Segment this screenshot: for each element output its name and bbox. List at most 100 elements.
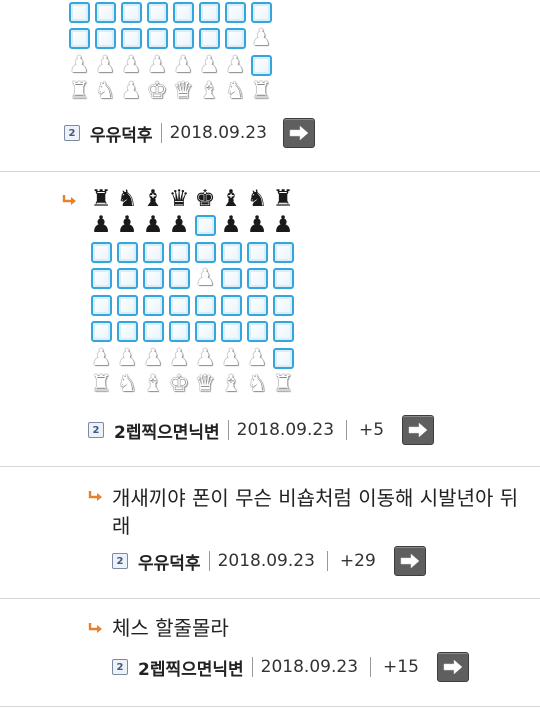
comment-date: 2018.09.23 <box>217 551 315 571</box>
view-button[interactable] <box>282 118 315 148</box>
comment-date: 2018.09.23 <box>236 420 335 440</box>
author-nickname[interactable]: 우유덕후 <box>90 121 153 146</box>
level-badge-icon: 2 <box>112 659 128 675</box>
white-rook-icon: ♜ <box>250 78 272 105</box>
separator <box>0 598 540 599</box>
author-nickname[interactable]: 우유덕후 <box>138 549 201 574</box>
empty-square-icon <box>66 26 92 52</box>
divider <box>346 420 348 440</box>
empty-square-icon <box>270 345 296 371</box>
white-pawn-icon: ♟ <box>194 265 216 292</box>
empty-square-icon <box>166 319 192 345</box>
empty-square-icon <box>166 266 192 292</box>
comment-text-line: 개새끼야 폰이 무슨 비숍처럼 이동해 시발년아 뒤 <box>112 486 519 510</box>
white-queen-icon: ♛ <box>172 78 194 105</box>
empty-square-icon <box>144 26 170 52</box>
empty-square-icon <box>114 319 140 345</box>
divider <box>370 657 372 677</box>
board-row: ♜ ♞ ♝ ♚ ♛ ♝ ♞ ♜ <box>88 372 296 399</box>
divider <box>227 420 229 440</box>
right-arrow-icon <box>400 553 420 569</box>
board-row: ♟ ♟ ♟ ♟ ♟ ♟ ♟ <box>66 52 274 79</box>
white-pawn-icon: ♟ <box>68 51 90 78</box>
empty-square-icon <box>218 239 244 265</box>
board-row: ♟ <box>88 266 296 293</box>
black-queen-icon: ♛ <box>168 185 190 212</box>
level-badge-icon: 2 <box>112 553 128 569</box>
empty-square-icon <box>66 0 92 25</box>
white-pawn-icon: ♟ <box>198 51 220 78</box>
comment-meta: 2 2렙찍으면닉변 2018.09.23 +15 <box>112 652 469 682</box>
white-knight-icon: ♞ <box>224 78 246 105</box>
black-pawn-icon: ♟ <box>220 212 242 239</box>
white-bishop-icon: ♝ <box>198 78 220 105</box>
empty-square-icon <box>270 319 296 345</box>
white-bishop-icon: ♝ <box>220 371 242 398</box>
white-knight-icon: ♞ <box>116 371 138 398</box>
black-rook-icon: ♜ <box>90 185 112 212</box>
black-knight-icon: ♞ <box>116 185 138 212</box>
board-row: ♟ ♟ ♟ ♟ ♟ ♟ ♟ <box>88 345 296 372</box>
empty-square-icon <box>88 319 114 345</box>
empty-square-icon <box>192 319 218 345</box>
empty-square-icon <box>218 292 244 318</box>
vote-score: +5 <box>359 420 385 440</box>
black-bishop-icon: ♝ <box>142 185 164 212</box>
comment-text-line: 체스 할줄몰라 <box>112 616 229 640</box>
comment-text: 개새끼야 폰이 무슨 비숍처럼 이동해 시발년아 뒤 래 <box>112 484 540 540</box>
view-button[interactable] <box>436 652 469 682</box>
empty-square-icon <box>88 266 114 292</box>
black-pawn-icon: ♟ <box>272 212 294 239</box>
reply-arrow-icon <box>88 623 102 633</box>
vote-score: +29 <box>339 551 376 571</box>
author-nickname[interactable]: 2렙찍으면닉변 <box>138 655 244 680</box>
separator <box>0 706 540 707</box>
board-row <box>88 239 296 266</box>
empty-square-icon <box>140 319 166 345</box>
white-knight-icon: ♞ <box>246 371 268 398</box>
comment-text: 체스 할줄몰라 <box>112 614 229 642</box>
empty-square-icon <box>248 52 274 78</box>
view-button[interactable] <box>402 415 435 445</box>
white-pawn-icon: ♟ <box>250 25 272 52</box>
level-badge-icon: 2 <box>88 422 104 438</box>
view-button[interactable] <box>393 546 426 576</box>
empty-square-icon <box>166 292 192 318</box>
empty-square-icon <box>218 266 244 292</box>
reply-arrow-icon <box>88 491 102 501</box>
white-king-icon: ♚ <box>168 371 190 398</box>
empty-square-icon <box>192 213 218 239</box>
white-pawn-icon: ♟ <box>172 51 194 78</box>
empty-square-icon <box>192 292 218 318</box>
comment-text-line: 래 <box>112 514 131 538</box>
empty-square-icon <box>88 292 114 318</box>
empty-square-icon <box>270 266 296 292</box>
empty-square-icon <box>88 239 114 265</box>
empty-square-icon <box>196 0 222 25</box>
white-pawn-icon: ♟ <box>246 344 268 371</box>
divider <box>160 123 162 143</box>
empty-square-icon <box>140 266 166 292</box>
black-pawn-icon: ♟ <box>168 212 190 239</box>
white-pawn-icon: ♟ <box>224 51 246 78</box>
author-nickname[interactable]: 2렙찍으면닉변 <box>114 418 220 443</box>
white-pawn-icon: ♟ <box>194 344 216 371</box>
white-rook-icon: ♜ <box>90 371 112 398</box>
vote-score: +15 <box>383 657 419 677</box>
black-pawn-icon: ♟ <box>142 212 164 239</box>
white-pawn-icon: ♟ <box>116 344 138 371</box>
empty-square-icon <box>140 239 166 265</box>
reply-arrow-icon <box>62 195 76 205</box>
divider <box>208 551 210 571</box>
white-knight-icon: ♞ <box>94 78 116 105</box>
empty-square-icon <box>270 292 296 318</box>
empty-square-icon <box>140 292 166 318</box>
white-pawn-icon: ♟ <box>120 78 142 105</box>
comment-date: 2018.09.23 <box>260 657 359 677</box>
level-badge-icon: 2 <box>64 125 80 141</box>
empty-square-icon <box>170 26 196 52</box>
empty-square-icon <box>244 319 270 345</box>
empty-square-icon <box>92 26 118 52</box>
empty-square-icon <box>222 26 248 52</box>
black-bishop-icon: ♝ <box>220 185 242 212</box>
